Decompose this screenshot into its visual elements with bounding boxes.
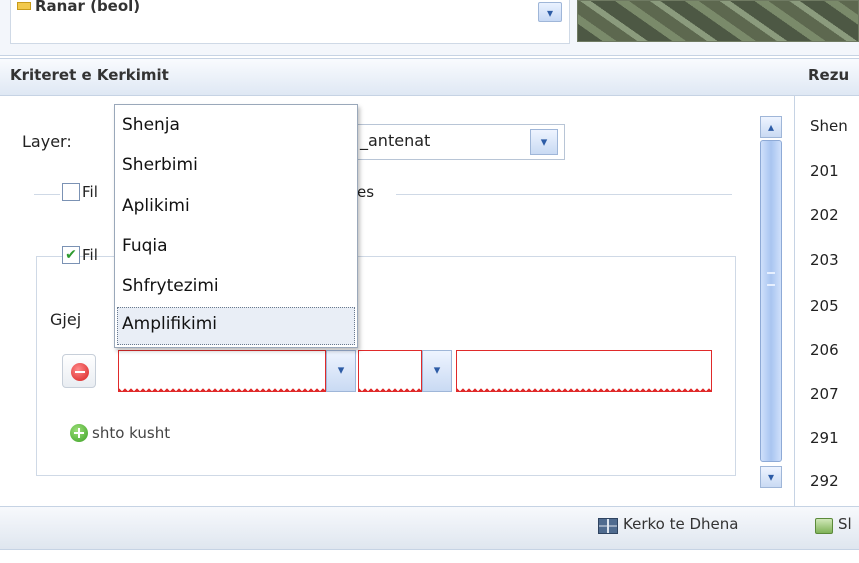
dropdown-option[interactable]: Shenja [122, 115, 180, 135]
dropdown-option-selected[interactable]: Amplifikimi [122, 314, 217, 334]
search-data-button[interactable]: Kerko te Dhena [623, 515, 738, 533]
fieldset-divider [396, 194, 732, 195]
criteria-panel-title: Kriteret e Kerkimit [10, 66, 169, 84]
dropdown-option[interactable]: Aplikimi [122, 196, 190, 216]
chevron-down-icon[interactable]: ▾ [326, 350, 356, 392]
filter1-label: Fil [82, 183, 98, 201]
tree-item-label[interactable]: Ranar (beol) [35, 0, 140, 15]
find-label: Gjej [50, 310, 82, 329]
layer-select-value: _antenat [360, 131, 431, 150]
fieldset-divider [34, 194, 60, 195]
filter1-label-tail: es [357, 183, 375, 201]
chevron-down-icon[interactable]: ▾ [530, 129, 558, 155]
map-view[interactable] [577, 0, 859, 42]
filter1-checkbox[interactable] [62, 183, 80, 201]
export-button[interactable]: Sl [838, 515, 859, 533]
export-icon[interactable] [815, 518, 833, 534]
table-icon[interactable] [598, 518, 618, 534]
list-item[interactable]: 205 [810, 297, 859, 315]
add-condition-link[interactable]: shto kusht [92, 424, 170, 442]
remove-condition-icon [71, 363, 89, 381]
list-item[interactable]: 207 [810, 385, 859, 403]
results-panel-title: Rezu [808, 66, 850, 84]
value-input[interactable] [456, 350, 712, 392]
filter2-checkbox[interactable]: ✔ [62, 246, 80, 264]
field-select[interactable] [118, 350, 326, 392]
list-item[interactable]: 201 [810, 162, 859, 180]
add-condition-icon[interactable] [70, 424, 88, 442]
operator-select[interactable] [358, 350, 422, 392]
folder-icon [17, 2, 31, 10]
list-item[interactable]: 203 [810, 251, 859, 269]
chevron-down-icon[interactable]: ▾ [422, 350, 452, 392]
tree-panel: Ranar (beol) ▾ [10, 0, 570, 44]
scrollbar-grip-icon [767, 272, 775, 286]
dropdown-option[interactable]: Fuqia [122, 236, 168, 256]
chevron-up-icon[interactable]: ▴ [760, 116, 782, 138]
list-item[interactable]: 291 [810, 429, 859, 447]
list-item[interactable]: 292 [810, 472, 859, 490]
bottom-strip [0, 550, 859, 563]
chevron-down-icon[interactable]: ▾ [538, 2, 562, 22]
dropdown-option[interactable]: Sherbimi [122, 155, 198, 175]
filter2-label: Fil [82, 246, 98, 264]
layer-label: Layer: [22, 132, 72, 151]
list-item[interactable]: 206 [810, 341, 859, 359]
results-column-header[interactable]: Shen [810, 117, 859, 135]
dropdown-option[interactable]: Shfrytezimi [122, 276, 219, 296]
list-item[interactable]: 202 [810, 206, 859, 224]
chevron-down-icon[interactable]: ▾ [760, 466, 782, 488]
scrollbar-thumb[interactable] [760, 140, 782, 462]
